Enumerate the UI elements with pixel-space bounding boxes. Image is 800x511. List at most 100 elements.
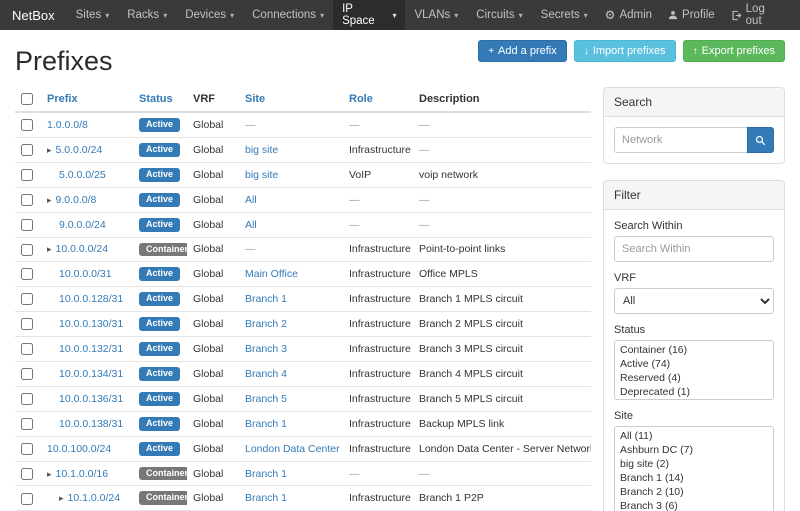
description-value: Branch 4 MPLS circuit xyxy=(419,368,523,380)
prefix-link[interactable]: 10.0.100.0/24 xyxy=(47,443,111,455)
site-link[interactable]: All xyxy=(245,194,257,206)
row-checkbox[interactable] xyxy=(21,219,33,231)
prefix-link[interactable]: 9.0.0.0/8 xyxy=(56,194,97,206)
admin-link[interactable]: ⚙ Admin xyxy=(597,0,660,30)
nav-item-devices[interactable]: Devices▾ xyxy=(176,0,243,30)
vrf-cell: Global xyxy=(187,287,239,312)
site-link[interactable]: Branch 1 xyxy=(245,492,287,504)
prefix-link[interactable]: 1.0.0.0/8 xyxy=(47,119,88,131)
expand-caret-icon[interactable]: ▸ xyxy=(47,145,52,155)
site-cell: Branch 2 xyxy=(239,312,343,337)
prefix-link[interactable]: 10.1.0.0/24 xyxy=(68,492,121,504)
row-check-cell xyxy=(15,362,41,387)
nav-item-circuits[interactable]: Circuits▾ xyxy=(467,0,531,30)
vrf-select[interactable]: All xyxy=(614,288,774,314)
row-checkbox[interactable] xyxy=(21,468,33,480)
vrf-cell: Global xyxy=(187,461,239,486)
empty-value: — xyxy=(349,119,360,131)
sidebar: Search Filter Searc xyxy=(603,87,785,511)
row-check-cell xyxy=(15,137,41,162)
row-checkbox[interactable] xyxy=(21,169,33,181)
prefix-table: PrefixStatusVRFSiteRoleDescription 1.0.0… xyxy=(15,87,591,511)
site-cell: Branch 1 xyxy=(239,461,343,486)
vrf-cell: Global xyxy=(187,137,239,162)
nav-item-racks[interactable]: Racks▾ xyxy=(118,0,176,30)
expand-caret-icon[interactable]: ▸ xyxy=(47,469,52,479)
site-link[interactable]: Branch 1 xyxy=(245,418,287,430)
site-cell: — xyxy=(239,237,343,262)
profile-link[interactable]: Profile xyxy=(660,0,723,30)
column-sort-link[interactable]: Status xyxy=(139,93,173,105)
site-link[interactable]: Branch 3 xyxy=(245,343,287,355)
site-link[interactable]: Main Office xyxy=(245,268,298,280)
search-input[interactable] xyxy=(614,127,747,153)
nav-item-sites[interactable]: Sites▾ xyxy=(67,0,119,30)
select-all-checkbox[interactable] xyxy=(21,93,33,105)
prefix-link[interactable]: 10.0.0.134/31 xyxy=(59,368,123,380)
expand-caret-icon[interactable]: ▸ xyxy=(59,493,64,503)
prefix-cell: ▸ 10.1.0.0/16 xyxy=(41,461,133,486)
site-link[interactable]: All xyxy=(245,219,257,231)
expand-caret-icon[interactable]: ▸ xyxy=(47,195,52,205)
import-prefixes-button[interactable]: ↓Import prefixes xyxy=(574,40,676,62)
nav-item-connections[interactable]: Connections▾ xyxy=(243,0,333,30)
row-checkbox[interactable] xyxy=(21,393,33,405)
row-checkbox[interactable] xyxy=(21,443,33,455)
prefix-link[interactable]: 5.0.0.0/25 xyxy=(59,169,106,181)
row-checkbox[interactable] xyxy=(21,343,33,355)
expand-caret-icon[interactable]: ▸ xyxy=(47,244,52,254)
site-filter-list[interactable]: All (11)Ashburn DC (7)big site (2)Branch… xyxy=(614,426,774,511)
column-sort-link[interactable]: Prefix xyxy=(47,93,78,105)
prefix-link[interactable]: 10.0.0.0/31 xyxy=(59,268,112,280)
logout-link[interactable]: Log out xyxy=(723,0,792,30)
prefix-link[interactable]: 10.1.0.0/16 xyxy=(56,468,109,480)
row-checkbox[interactable] xyxy=(21,144,33,156)
status-filter-list[interactable]: Container (16)Active (74)Reserved (4)Dep… xyxy=(614,340,774,400)
site-link[interactable]: Branch 1 xyxy=(245,468,287,480)
row-checkbox[interactable] xyxy=(21,268,33,280)
prefix-link[interactable]: 10.0.0.128/31 xyxy=(59,293,123,305)
vrf-value: Global xyxy=(193,194,223,206)
nav-item-ip-space[interactable]: IP Space▾ xyxy=(333,0,405,30)
site-link[interactable]: Branch 2 xyxy=(245,318,287,330)
search-within-input[interactable] xyxy=(614,236,774,262)
search-button[interactable] xyxy=(747,127,774,153)
site-link[interactable]: London Data Center xyxy=(245,443,340,455)
row-checkbox[interactable] xyxy=(21,119,33,131)
site-link[interactable]: big site xyxy=(245,169,278,181)
prefix-link[interactable]: 10.0.0.132/31 xyxy=(59,343,123,355)
row-checkbox[interactable] xyxy=(21,244,33,256)
row-checkbox[interactable] xyxy=(21,194,33,206)
site-link[interactable]: big site xyxy=(245,144,278,156)
column-sort-link[interactable]: Role xyxy=(349,93,373,105)
prefix-link[interactable]: 9.0.0.0/24 xyxy=(59,219,106,231)
status-badge: Active xyxy=(139,218,180,232)
row-checkbox[interactable] xyxy=(21,493,33,505)
prefix-link[interactable]: 10.0.0.130/31 xyxy=(59,318,123,330)
row-checkbox[interactable] xyxy=(21,418,33,430)
row-checkbox[interactable] xyxy=(21,318,33,330)
export-prefixes-button[interactable]: ↑Export prefixes xyxy=(683,40,785,62)
filter-option: Container (16) xyxy=(617,343,771,357)
nav-item-vlans[interactable]: VLANs▾ xyxy=(405,0,467,30)
vrf-value: Global xyxy=(193,318,223,330)
role-cell: Infrastructure xyxy=(343,312,413,337)
prefix-link[interactable]: 10.0.0.138/31 xyxy=(59,418,123,430)
page-header: Prefixes +Add a prefix ↓Import prefixes … xyxy=(15,36,785,87)
nav-item-label: Sites xyxy=(76,9,102,21)
site-link[interactable]: Branch 1 xyxy=(245,293,287,305)
filter-panel: Filter Search Within VRF All Status Cont… xyxy=(603,180,785,511)
prefix-link[interactable]: 5.0.0.0/24 xyxy=(56,144,103,156)
site-link[interactable]: Branch 5 xyxy=(245,393,287,405)
add-prefix-button[interactable]: +Add a prefix xyxy=(478,40,567,62)
prefix-link[interactable]: 10.0.0.136/31 xyxy=(59,393,123,405)
brand-link[interactable]: NetBox xyxy=(8,0,67,30)
site-link[interactable]: Branch 4 xyxy=(245,368,287,380)
row-checkbox[interactable] xyxy=(21,368,33,380)
status-cell: Active xyxy=(133,411,187,436)
nav-item-secrets[interactable]: Secrets▾ xyxy=(532,0,597,30)
vrf-value: Global xyxy=(193,443,223,455)
column-sort-link[interactable]: Site xyxy=(245,93,265,105)
row-checkbox[interactable] xyxy=(21,293,33,305)
prefix-link[interactable]: 10.0.0.0/24 xyxy=(56,243,109,255)
